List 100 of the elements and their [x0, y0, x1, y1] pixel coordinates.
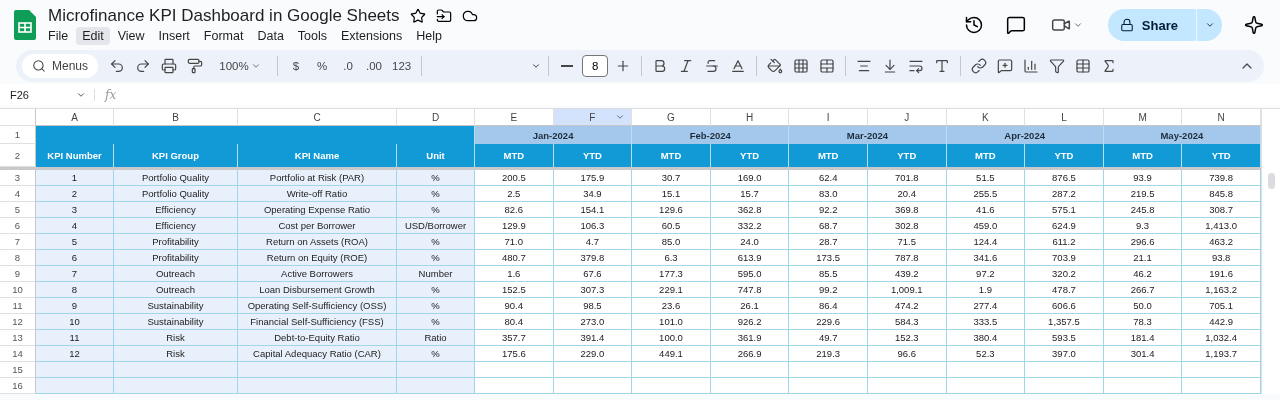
percent-button[interactable]: %	[311, 54, 334, 78]
row-number[interactable]: 8	[0, 250, 36, 266]
menu-item[interactable]: File	[42, 26, 75, 45]
table-cell: 9.3	[1103, 218, 1183, 234]
table-cell: 301.4	[1103, 346, 1183, 362]
table-cell: 30.7	[632, 170, 711, 186]
table-cell: Ratio	[397, 330, 475, 346]
table-cell: 46.2	[1103, 266, 1183, 282]
row-number[interactable]: 15	[0, 362, 36, 378]
month-header: Feb-2024	[632, 126, 790, 144]
font-size-field[interactable]: 8	[582, 55, 609, 77]
row-number[interactable]: 5	[0, 202, 36, 218]
table-cell: 302.8	[867, 218, 947, 234]
column-header[interactable]: H	[710, 109, 790, 126]
menu-item[interactable]: Edit	[76, 26, 110, 45]
table-cell: Financial Self-Sufficiency (FSS)	[238, 314, 397, 330]
fx-label: fx	[105, 88, 117, 102]
table-cell: 739.8	[1182, 170, 1261, 186]
column-header[interactable]: B	[114, 109, 238, 126]
table-cell: 50.0	[1103, 298, 1183, 314]
table-cell: 99.2	[789, 282, 868, 298]
document-title[interactable]: Microfinance KPI Dashboard in Google Sheets	[48, 5, 400, 26]
row-number[interactable]: 10	[0, 282, 36, 298]
table-cell: Profitability	[114, 250, 238, 266]
decrease-decimal-button[interactable]: .0	[337, 54, 360, 78]
row-number[interactable]: 3	[0, 170, 36, 186]
row-number[interactable]: 2	[0, 144, 36, 167]
column-header[interactable]: C	[238, 109, 397, 126]
table-cell: Sustainability	[114, 298, 238, 314]
table-cell: 3	[36, 202, 114, 218]
table-cell: Outreach	[114, 266, 238, 282]
table-cell: 397.0	[1025, 346, 1104, 362]
menu-item[interactable]: Help	[410, 26, 448, 45]
table-cell: Risk	[114, 330, 238, 346]
table-cell: 154.1	[553, 202, 633, 218]
column-header[interactable]: I	[789, 109, 868, 126]
column-header[interactable]: D	[397, 109, 475, 126]
menu-item[interactable]: Data	[251, 26, 290, 45]
table-cell: 296.6	[1103, 234, 1183, 250]
table-cell: 273.0	[553, 314, 633, 330]
row-number[interactable]: 6	[0, 218, 36, 234]
table-cell: 6.3	[632, 250, 711, 266]
table-cell: 219.3	[789, 346, 868, 362]
column-header[interactable]: A	[36, 109, 114, 126]
table-cell: 100.0	[632, 330, 711, 346]
table-cell: %	[397, 298, 475, 314]
strikethrough-icon	[704, 58, 721, 74]
menu-item[interactable]: Format	[197, 26, 250, 45]
table-cell: Profitability	[114, 234, 238, 250]
column-header[interactable]: F	[553, 109, 633, 126]
number-format-button[interactable]: 123	[389, 54, 415, 78]
column-title: YTD	[867, 144, 947, 167]
sheets-logo-icon[interactable]	[14, 10, 36, 40]
table-cell: Outreach	[114, 282, 238, 298]
merge-icon	[819, 58, 836, 74]
star-icon	[409, 7, 426, 24]
table-cell: 96.6	[867, 346, 947, 362]
table-cell: %	[397, 186, 475, 202]
table-cell: 1,413.0	[1182, 218, 1261, 234]
row-number[interactable]: 13	[0, 330, 36, 346]
row-number[interactable]: 7	[0, 234, 36, 250]
table-cell: 175.9	[553, 170, 633, 186]
menu-item[interactable]: View	[111, 26, 151, 45]
table-cell: 152.3	[867, 330, 947, 346]
name-box[interactable]: F26	[0, 89, 95, 101]
table-cell: 10	[36, 314, 114, 330]
menu-search-field[interactable]: Menus	[22, 54, 99, 78]
table-cell: 93.9	[1103, 170, 1183, 186]
column-header[interactable]: E	[475, 109, 554, 126]
column-header[interactable]: L	[1025, 109, 1104, 126]
menu-item[interactable]: Extensions	[335, 26, 409, 45]
menu-item[interactable]: Tools	[291, 26, 334, 45]
table-cell: 341.6	[946, 250, 1026, 266]
row-number[interactable]: 9	[0, 266, 36, 282]
column-header[interactable]: N	[1182, 109, 1261, 126]
filter-icon	[1049, 58, 1066, 74]
row-number[interactable]: 11	[0, 298, 36, 314]
column-header[interactable]: J	[867, 109, 947, 126]
table-cell: 624.9	[1025, 218, 1104, 234]
row-number[interactable]: 14	[0, 346, 36, 362]
table-cell: 308.7	[1182, 202, 1261, 218]
row-number[interactable]: 12	[0, 314, 36, 330]
column-header[interactable]: K	[946, 109, 1026, 126]
table-cell: 595.0	[710, 266, 790, 282]
table-cell: Write-off Ratio	[238, 186, 397, 202]
menu-item[interactable]: Insert	[152, 26, 196, 45]
table-cell: 1	[36, 170, 114, 186]
row-number[interactable]: 16	[0, 378, 36, 394]
currency-button[interactable]: $	[285, 54, 308, 78]
row-number[interactable]: 4	[0, 186, 36, 202]
table-cell: %	[397, 234, 475, 250]
chart-icon	[1023, 58, 1040, 74]
row-number[interactable]: 1	[0, 126, 36, 144]
table-cell: 361.9	[710, 330, 790, 346]
column-header[interactable]: G	[632, 109, 711, 126]
table-cell: 613.9	[710, 250, 790, 266]
zoom-dropdown[interactable]: 100%	[210, 54, 271, 78]
table-cell: 62.4	[789, 170, 868, 186]
increase-decimal-button[interactable]: .00	[363, 54, 386, 78]
column-header[interactable]: M	[1103, 109, 1183, 126]
